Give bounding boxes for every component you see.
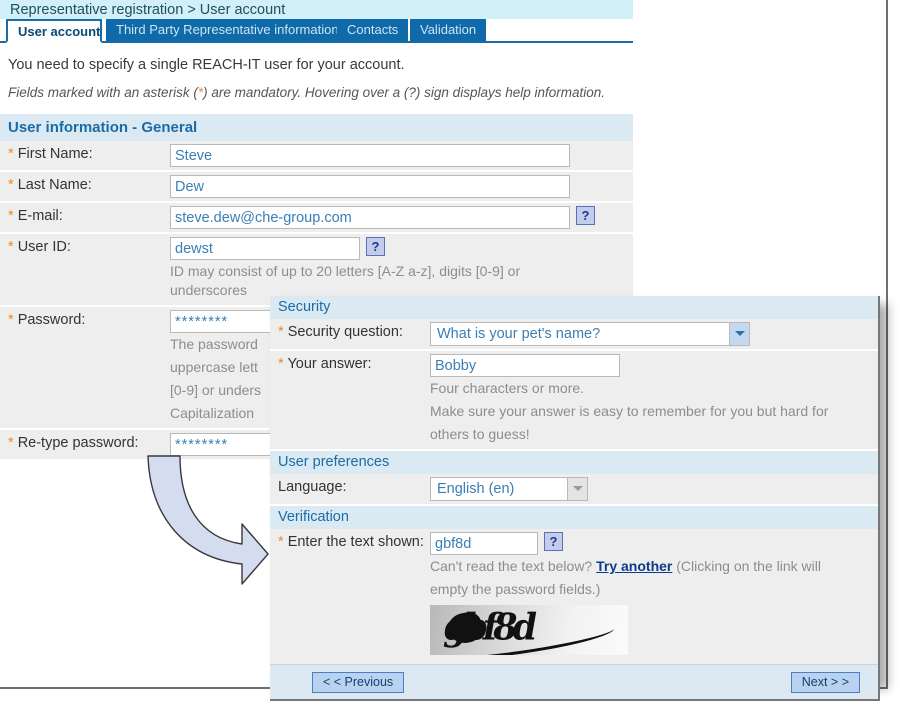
- email-input[interactable]: [170, 206, 570, 229]
- tab-validation[interactable]: Validation: [410, 19, 487, 41]
- field-security-answer: Four characters or more. Make sure your …: [430, 351, 878, 449]
- overlay-panel: Security * Security question: What is yo…: [270, 296, 880, 701]
- label-text: Security question:: [287, 324, 403, 340]
- captcha-hint: Can't read the text below? Try another (…: [430, 555, 862, 578]
- field-first-name: [170, 141, 633, 170]
- next-button[interactable]: Next > >: [790, 672, 860, 693]
- first-name-input[interactable]: [170, 144, 570, 167]
- field-verification: ? Can't read the text below? Try another…: [430, 529, 878, 658]
- help-icon-captcha[interactable]: ?: [544, 532, 563, 551]
- label-security-answer: * Your answer:: [270, 351, 430, 372]
- label-text: E-mail:: [17, 208, 63, 224]
- label-enter-text-shown: * Enter the text shown:: [270, 529, 430, 550]
- note-prefix: Fields marked with an asterisk (: [8, 85, 198, 100]
- tab-label: Validation: [420, 22, 477, 37]
- field-security-question: What is your pet's name?: [430, 319, 878, 349]
- user-id-input[interactable]: [170, 237, 360, 260]
- required-asterisk: *: [8, 146, 14, 162]
- label-user-id: * User ID:: [0, 234, 170, 255]
- label-password: * Password:: [0, 307, 170, 328]
- row-security-question: * Security question: What is your pet's …: [270, 319, 878, 351]
- tab-bar: User account Third Party Representative …: [0, 19, 633, 43]
- field-last-name: [170, 172, 633, 201]
- hint-answer-line1: Four characters or more.: [430, 380, 585, 396]
- field-email: ?: [170, 203, 633, 232]
- language-select-wrap: English (en): [430, 477, 588, 501]
- section-header-user-preferences: User preferences: [270, 451, 878, 474]
- label-language: Language:: [270, 474, 430, 495]
- label-retype-password: * Re-type password:: [0, 430, 170, 451]
- tab-contacts[interactable]: Contacts: [337, 19, 409, 41]
- tab-label: Contacts: [347, 22, 399, 37]
- required-asterisk: *: [278, 534, 284, 550]
- required-asterisk: *: [8, 239, 14, 255]
- intro-text: You need to specify a single REACH-IT us…: [8, 57, 405, 73]
- label-text: First Name:: [17, 146, 93, 162]
- row-security-answer: * Your answer: Four characters or more. …: [270, 351, 878, 451]
- breadcrumb: Representative registration > User accou…: [0, 0, 633, 19]
- required-asterisk: *: [278, 356, 284, 372]
- required-asterisk: *: [8, 208, 14, 224]
- row-language: Language: English (en): [270, 474, 878, 506]
- captcha-hint-line2: empty the password fields.): [430, 581, 601, 597]
- label-email: * E-mail:: [0, 203, 170, 224]
- label-security-question: * Security question:: [270, 319, 430, 340]
- curved-arrow-annotation: [147, 455, 269, 585]
- row-last-name: * Last Name:: [0, 172, 633, 203]
- required-asterisk: *: [8, 312, 14, 328]
- label-text: Enter the text shown:: [287, 534, 424, 550]
- hint-prefix: Can't read the text below?: [430, 558, 597, 574]
- mandatory-fields-note: Fields marked with an asterisk (*) are m…: [0, 73, 633, 100]
- label-text: User ID:: [17, 239, 71, 255]
- section-header-verification: Verification: [270, 506, 878, 529]
- security-question-select-wrap: What is your pet's name?: [430, 322, 750, 346]
- security-question-select[interactable]: What is your pet's name?: [430, 322, 750, 346]
- hint-answer-line2: Make sure your answer is easy to remembe…: [430, 403, 829, 419]
- previous-button[interactable]: < < Previous: [312, 672, 405, 693]
- required-asterisk: *: [8, 435, 14, 451]
- label-text: Password:: [17, 312, 86, 328]
- captcha-image: gbf8d: [430, 605, 628, 655]
- tab-label: User account: [18, 24, 101, 39]
- section-header-security: Security: [270, 296, 878, 319]
- wizard-footer: < < Previous Next > >: [270, 664, 878, 699]
- language-select[interactable]: English (en): [430, 477, 588, 501]
- security-answer-input[interactable]: [430, 354, 620, 377]
- tab-user-account[interactable]: User account: [6, 19, 102, 43]
- note-suffix: ) are mandatory. Hovering over a (?) sig…: [203, 85, 606, 100]
- field-user-id: ? ID may consist of up to 20 letters [A-…: [170, 234, 633, 305]
- row-verification: * Enter the text shown: ? Can't read the…: [270, 529, 878, 664]
- hint-answer-line3: others to guess!: [430, 426, 530, 442]
- label-text: Language:: [278, 479, 347, 495]
- label-last-name: * Last Name:: [0, 172, 170, 193]
- last-name-input[interactable]: [170, 175, 570, 198]
- required-asterisk: *: [8, 177, 14, 193]
- hint-suffix: (Clicking on the link will: [672, 558, 821, 574]
- required-asterisk: *: [278, 324, 284, 340]
- help-icon-user-id[interactable]: ?: [366, 237, 385, 256]
- row-email: * E-mail: ?: [0, 203, 633, 234]
- label-text: Your answer:: [287, 356, 372, 372]
- label-first-name: * First Name:: [0, 141, 170, 162]
- label-text: Re-type password:: [17, 435, 139, 451]
- section-header-general: User information - General: [0, 114, 633, 141]
- tab-third-party-representative-information[interactable]: Third Party Representative information: [106, 19, 349, 41]
- field-language: English (en): [430, 474, 878, 504]
- row-first-name: * First Name:: [0, 141, 633, 172]
- tab-label: Third Party Representative information: [116, 22, 339, 37]
- help-icon-email[interactable]: ?: [576, 206, 595, 225]
- label-text: Last Name:: [17, 177, 92, 193]
- captcha-input[interactable]: [430, 532, 538, 555]
- try-another-link[interactable]: Try another: [596, 558, 672, 574]
